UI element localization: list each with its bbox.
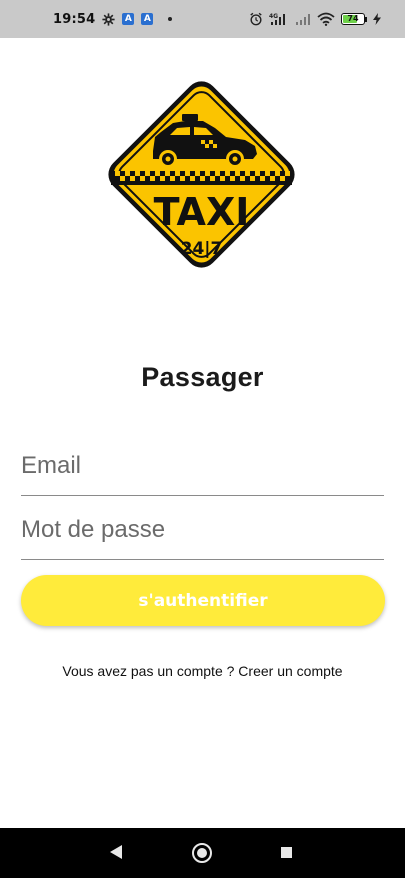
logo-subtext: 24|7 bbox=[181, 239, 223, 259]
create-account-link[interactable]: Vous avez pas un compte ? Creer un compt… bbox=[0, 663, 405, 679]
settings-gear-icon bbox=[102, 12, 115, 26]
status-right: 4G 74 bbox=[249, 0, 381, 38]
status-time: 19:54 bbox=[53, 11, 96, 27]
wifi-icon bbox=[317, 12, 335, 26]
status-left: 19:54 A A bbox=[53, 0, 173, 38]
status-bar: 19:54 A A 4G 74 bbox=[0, 0, 405, 38]
home-icon-inner bbox=[197, 848, 207, 858]
battery-level: 74 bbox=[347, 14, 359, 23]
battery-cap bbox=[365, 16, 367, 22]
app-notification-icon: A bbox=[141, 13, 154, 25]
login-screen: 19:54 A A 4G 74 TAXI 24|7 Passager Email… bbox=[0, 0, 405, 878]
page-title: Passager bbox=[141, 362, 264, 392]
signal-icon bbox=[295, 12, 311, 26]
taxi-logo: TAXI 24|7 bbox=[95, 68, 308, 281]
battery-icon: 74 bbox=[341, 13, 367, 25]
alarm-clock-icon bbox=[249, 12, 263, 26]
home-icon[interactable] bbox=[192, 843, 212, 863]
app-notification-icon: A bbox=[122, 13, 135, 25]
logo-text: TAXI bbox=[154, 190, 250, 234]
login-button[interactable]: s'authentifier bbox=[21, 575, 385, 626]
network-label: 4G bbox=[269, 13, 278, 20]
charging-bolt-icon bbox=[373, 13, 381, 25]
taxi-logo-icon: TAXI 24|7 bbox=[108, 81, 295, 268]
recents-icon[interactable] bbox=[281, 847, 292, 858]
password-field[interactable] bbox=[21, 500, 384, 560]
battery-body: 74 bbox=[341, 13, 365, 25]
navigation-bar bbox=[0, 828, 405, 878]
email-field[interactable] bbox=[21, 436, 384, 496]
back-icon[interactable] bbox=[110, 845, 122, 859]
more-notifications-dot-icon bbox=[168, 17, 173, 21]
signal-4g-icon: 4G bbox=[269, 12, 289, 26]
